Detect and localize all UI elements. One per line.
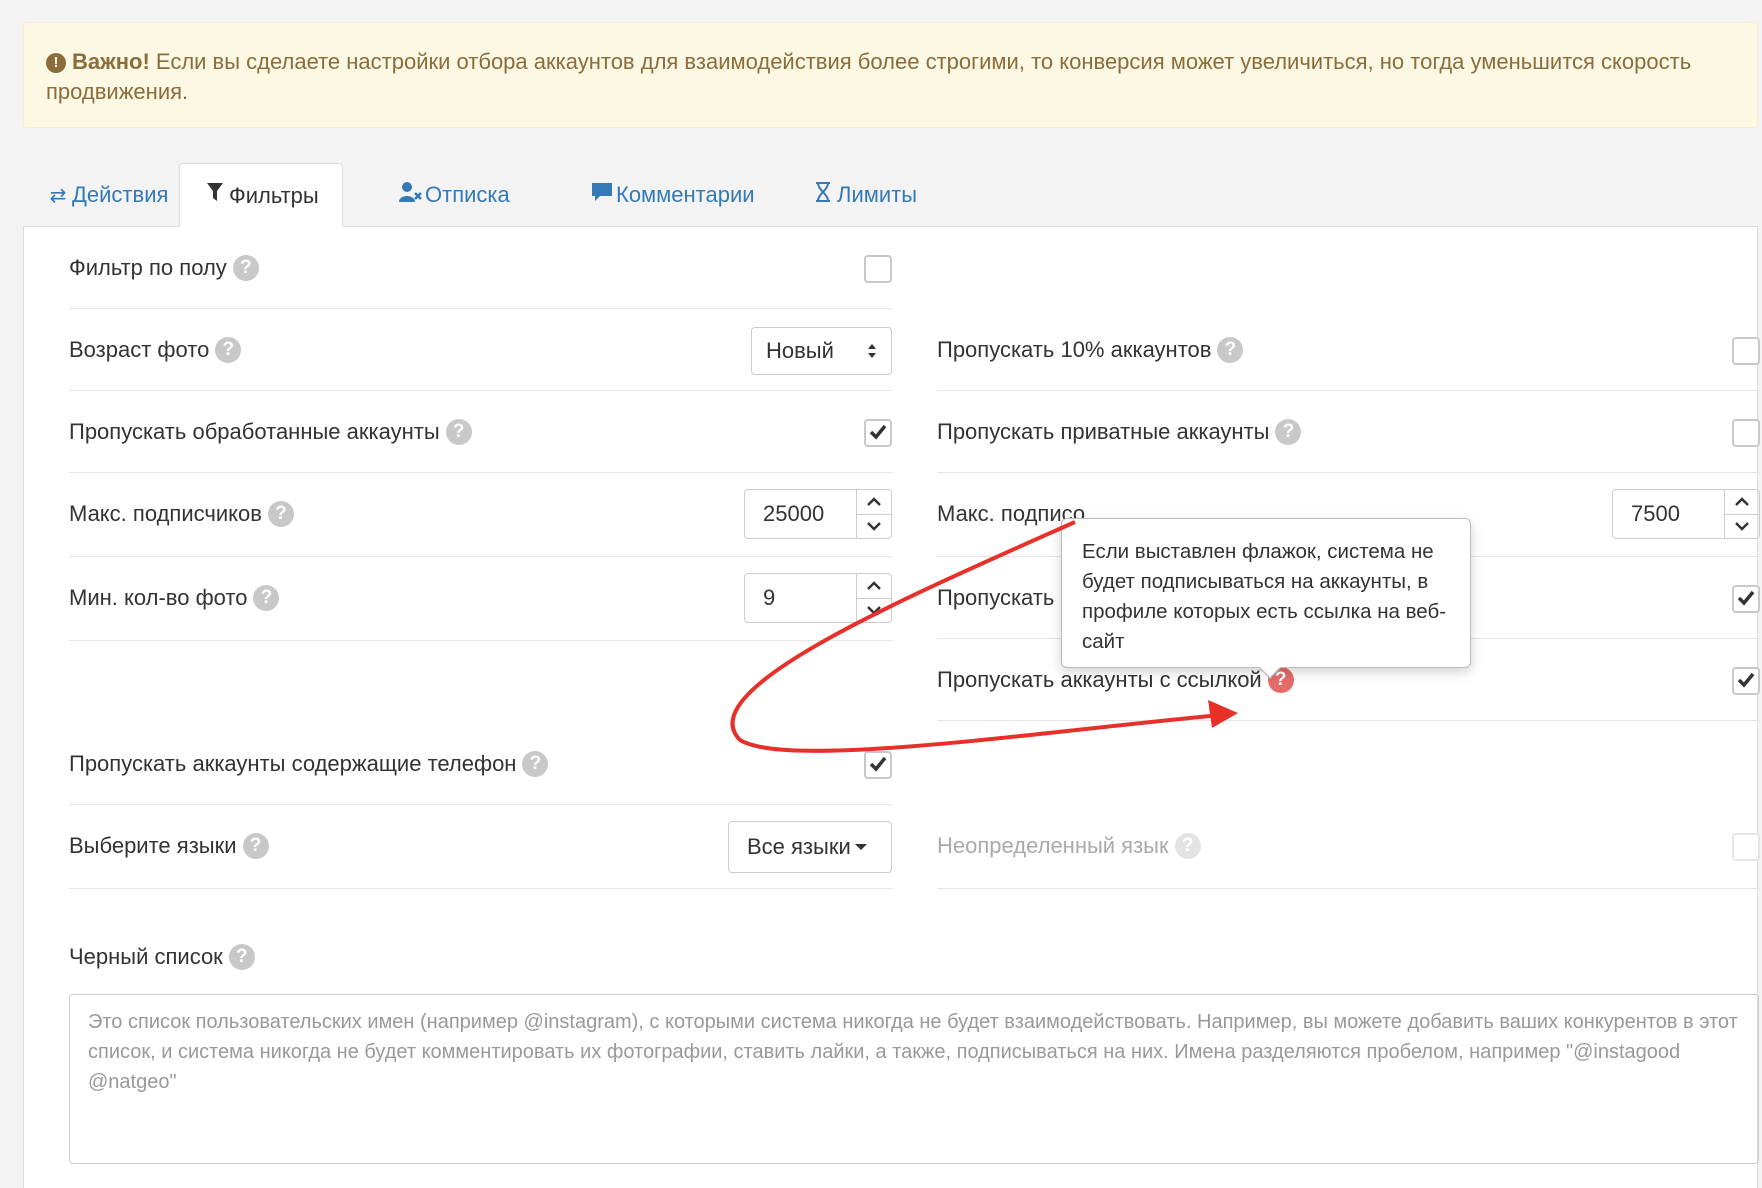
tab-label: Комментарии — [616, 182, 755, 207]
tab-limits[interactable]: Лимиты — [788, 163, 940, 226]
tab-comments[interactable]: Комментарии — [567, 163, 778, 226]
languages-row: Выберите языки? Все языки — [69, 805, 892, 889]
chevron-up-icon[interactable] — [866, 581, 882, 591]
undefined-lang-label: Неопределенный язык? — [937, 805, 1201, 887]
warning-alert: ! Важно! Если вы сделаете настройки отбор… — [23, 22, 1758, 128]
alert-text: Если вы сделаете настройки отбора аккаун… — [46, 49, 1692, 104]
caret-down-icon — [854, 844, 867, 850]
comment-icon — [590, 165, 614, 228]
checkmark-icon — [1737, 590, 1755, 606]
skip-10-row: Пропускать 10% аккаунтов? — [937, 309, 1760, 391]
help-icon[interactable]: ? — [215, 337, 242, 363]
skip-private-row: Пропускать приватные аккаунты? — [937, 391, 1760, 473]
tab-unfollow[interactable]: Отписка — [376, 163, 533, 226]
hourglass-icon — [811, 165, 835, 228]
checkmark-icon — [1737, 672, 1755, 688]
skip-10-checkbox[interactable] — [1732, 337, 1760, 365]
max-followers-label: Макс. подписчиков? — [69, 473, 294, 555]
chevron-down-icon[interactable] — [866, 605, 882, 615]
user-remove-icon — [399, 165, 423, 228]
help-icon[interactable]: ? — [228, 944, 255, 970]
help-tooltip: Если выставлен флажок, система не будет … — [1061, 518, 1471, 679]
languages-dropdown[interactable]: Все языки — [728, 821, 892, 873]
chevron-up-icon[interactable] — [1734, 497, 1750, 507]
skip-processed-checkbox[interactable] — [864, 419, 892, 447]
settings-tabs: ⇄ Действия Фильтры Отписка Комментарии Ли… — [23, 163, 1758, 227]
photo-age-value: Новый — [766, 338, 834, 363]
blacklist-label: Черный список? — [69, 937, 255, 977]
skip-business-checkbox[interactable] — [1732, 585, 1760, 613]
blacklist-textarea[interactable]: Это список пользовательских имен (наприм… — [69, 994, 1759, 1164]
skip-phone-checkbox[interactable] — [864, 751, 892, 779]
photo-age-row: Возраст фото? Новый — [69, 309, 892, 391]
chevron-up-icon[interactable] — [866, 497, 882, 507]
skip-private-checkbox[interactable] — [1732, 419, 1760, 447]
checkmark-icon — [869, 424, 887, 440]
chevron-down-icon[interactable] — [1734, 521, 1750, 531]
filters-panel: Фильтр по полу? Возраст фото? Новый Проп… — [23, 226, 1760, 1188]
skip-processed-row: Пропускать обработанные аккаунты? — [69, 391, 892, 473]
checkmark-icon — [869, 756, 887, 772]
number-spinner[interactable] — [856, 574, 891, 622]
skip-processed-label: Пропускать обработанные аккаунты? — [69, 391, 472, 473]
max-followers-input[interactable]: 25000 — [744, 489, 892, 539]
help-icon: ? — [1174, 833, 1201, 859]
tab-actions[interactable]: ⇄ Действия — [23, 163, 191, 226]
filter-gender-row: Фильтр по полу? — [69, 227, 892, 309]
help-icon[interactable]: ? — [242, 833, 269, 859]
languages-value: Все языки — [747, 834, 851, 859]
exclamation-icon: ! — [46, 53, 66, 73]
help-icon[interactable]: ? — [522, 751, 549, 777]
blacklist-placeholder: Это список пользовательских имен (наприм… — [88, 1011, 1738, 1093]
number-spinner[interactable] — [1724, 490, 1759, 538]
photo-age-label: Возраст фото? — [69, 309, 242, 391]
help-icon[interactable]: ? — [1275, 419, 1302, 445]
alert-strong: Важно! — [72, 49, 150, 74]
filter-gender-label: Фильтр по полу? — [69, 227, 259, 309]
tooltip-arrow — [1258, 666, 1282, 679]
number-spinner[interactable] — [856, 490, 891, 538]
tab-label: Действия — [72, 182, 169, 207]
help-icon[interactable]: ? — [267, 501, 294, 527]
skip-phone-label: Пропускать аккаунты содержащие телефон? — [69, 723, 549, 805]
max-followers-value: 25000 — [763, 501, 825, 526]
tab-label: Фильтры — [229, 183, 319, 208]
skip-10-label: Пропускать 10% аккаунтов? — [937, 309, 1244, 391]
tab-filters[interactable]: Фильтры — [179, 163, 343, 227]
min-photos-row: Мин. кол-во фото? 9 — [69, 557, 892, 641]
sort-arrows-icon — [868, 344, 876, 358]
filter-gender-checkbox[interactable] — [864, 255, 892, 283]
skip-private-label: Пропускать приватные аккаунты? — [937, 391, 1302, 473]
help-icon[interactable]: ? — [1217, 337, 1244, 363]
skip-phone-row: Пропускать аккаунты содержащие телефон? — [69, 723, 892, 805]
filter-icon — [203, 166, 227, 229]
photo-age-select[interactable]: Новый — [751, 327, 892, 375]
exchange-icon: ⇄ — [49, 185, 67, 207]
help-icon[interactable]: ? — [445, 419, 472, 445]
min-photos-label: Мин. кол-во фото? — [69, 557, 280, 639]
help-icon[interactable]: ? — [232, 255, 259, 281]
min-photos-value: 9 — [763, 585, 776, 610]
tab-label: Отписка — [425, 182, 510, 207]
undefined-lang-checkbox — [1732, 833, 1760, 861]
tooltip-text: Если выставлен флажок, система не будет … — [1082, 540, 1447, 653]
max-following-input[interactable]: 7500 — [1612, 489, 1760, 539]
tab-label: Лимиты — [837, 182, 918, 207]
skip-link-checkbox[interactable] — [1732, 667, 1760, 695]
max-followers-row: Макс. подписчиков? 25000 — [69, 473, 892, 557]
chevron-down-icon[interactable] — [866, 521, 882, 531]
max-following-value: 7500 — [1631, 501, 1680, 526]
languages-label: Выберите языки? — [69, 805, 269, 887]
min-photos-input[interactable]: 9 — [744, 573, 892, 623]
undefined-lang-row: Неопределенный язык? — [937, 805, 1760, 889]
help-icon[interactable]: ? — [253, 585, 280, 611]
